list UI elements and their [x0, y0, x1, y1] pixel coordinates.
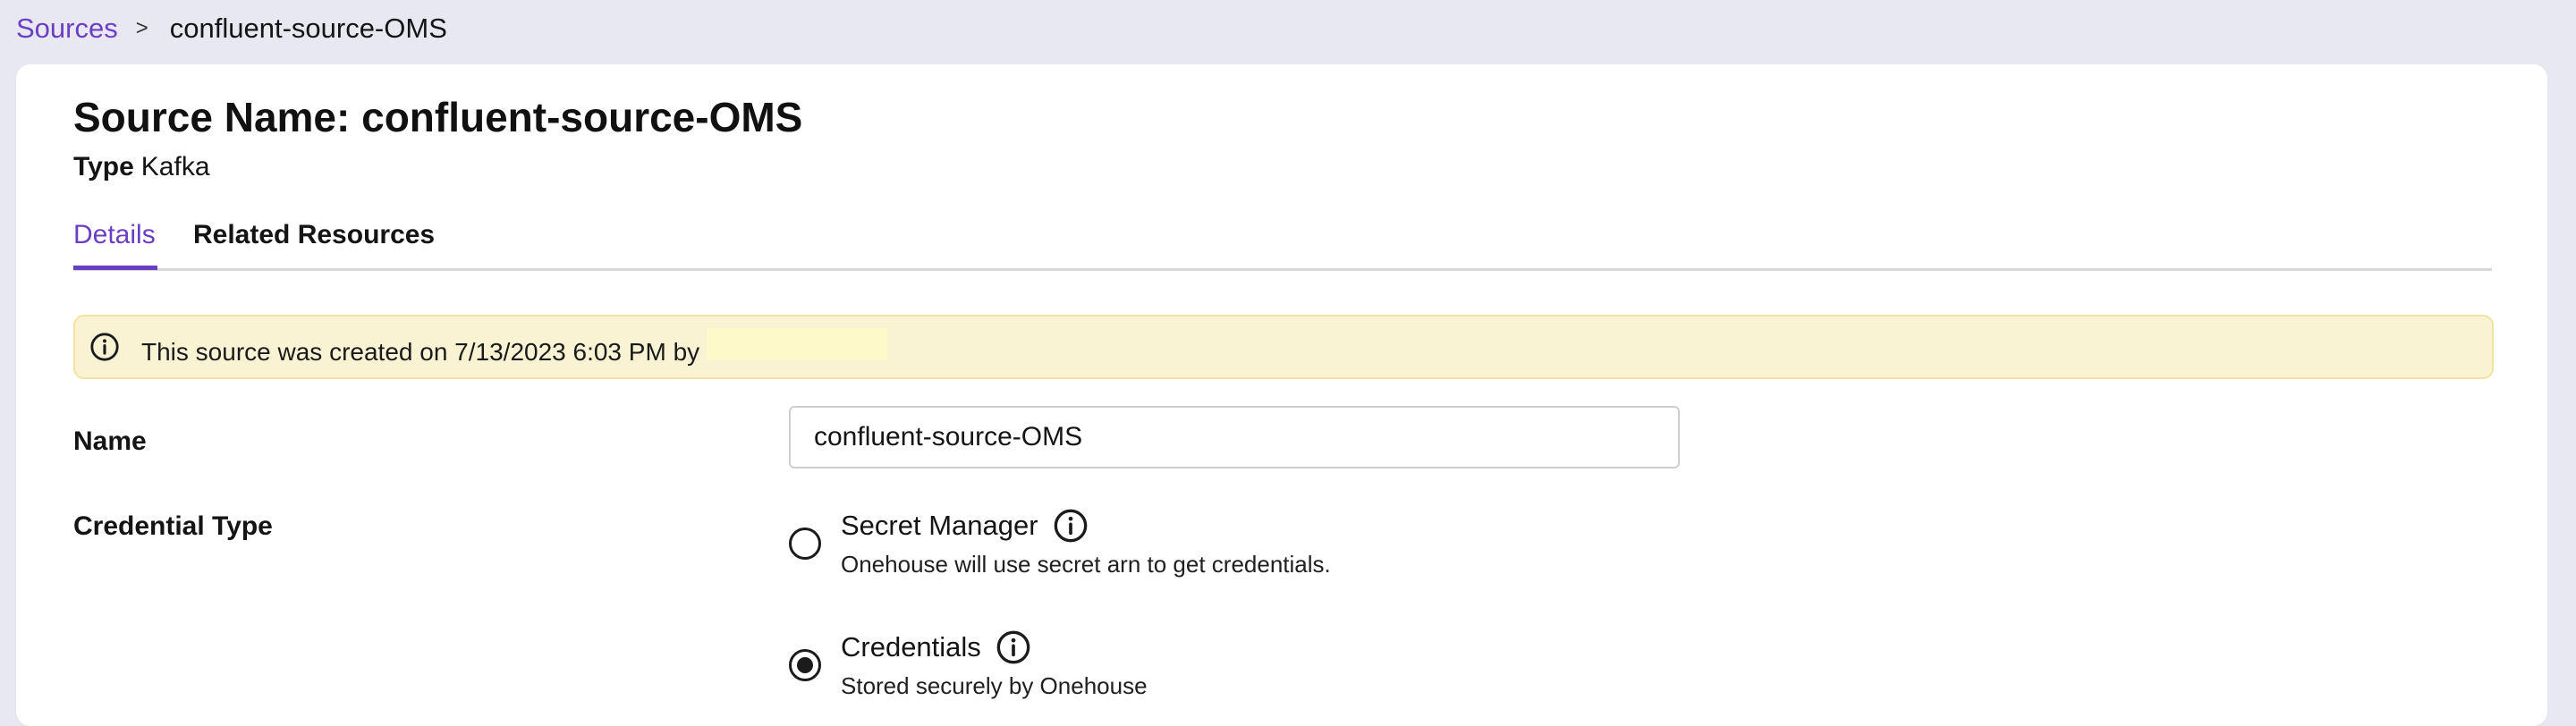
secret-manager-radio[interactable] — [789, 528, 821, 560]
source-details-card: Source Name: confluent-source-OMS Type Ka… — [16, 64, 2547, 726]
tab-related-resources[interactable]: Related Resources — [193, 207, 435, 268]
source-type-label: Type — [73, 152, 134, 182]
credentials-title-row: Credentials — [841, 629, 1031, 665]
secret-manager-title: Secret Manager — [841, 510, 1038, 541]
credentials-title: Credentials — [841, 631, 981, 663]
secret-manager-description: Onehouse will use secret arn to get cred… — [841, 551, 1331, 578]
breadcrumb-current: confluent-source-OMS — [169, 13, 447, 44]
credentials-info-icon[interactable] — [996, 629, 1031, 665]
info-circle-icon — [90, 333, 119, 361]
credential-type-label: Credential Type — [73, 511, 273, 541]
source-type-row: Type Kafka — [73, 152, 210, 182]
created-info-message: This source was created on 7/13/2023 6:0… — [141, 337, 700, 366]
secret-manager-info-icon[interactable] — [1053, 508, 1089, 544]
tab-details[interactable]: Details — [73, 207, 157, 270]
credentials-description: Stored securely by Onehouse — [841, 672, 1148, 699]
name-field-label: Name — [73, 426, 147, 456]
breadcrumb-sources-link[interactable]: Sources — [16, 13, 118, 45]
tab-bar: Details Related Resources — [73, 207, 2492, 271]
secret-manager-title-row: Secret Manager — [841, 508, 1089, 544]
redacted-creator — [707, 327, 888, 360]
created-info-banner: This source was created on 7/13/2023 6:0… — [73, 315, 2494, 379]
source-type-value: Kafka — [140, 152, 210, 182]
name-input[interactable] — [789, 406, 1680, 469]
created-info-text: This source was created on 7/13/2023 6:0… — [141, 327, 888, 367]
page-title: Source Name: confluent-source-OMS — [73, 94, 803, 140]
breadcrumb: Sources > confluent-source-OMS — [16, 13, 447, 45]
credentials-radio[interactable] — [789, 649, 821, 681]
breadcrumb-separator: > — [135, 16, 148, 40]
